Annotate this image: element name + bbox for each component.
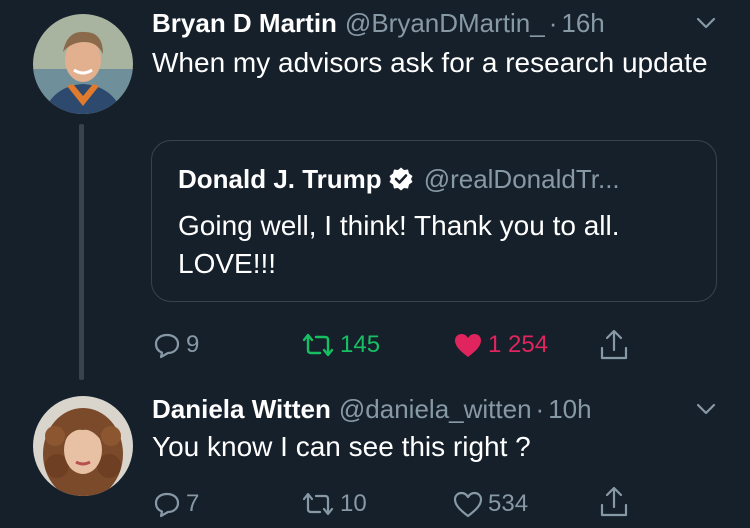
reply-icon xyxy=(154,492,180,518)
author-handle[interactable]: @daniela_witten xyxy=(339,392,532,426)
tweet-header: Daniela Witten @daniela_witten · 10h xyxy=(152,392,592,426)
retweet-icon xyxy=(302,492,334,516)
share-button[interactable] xyxy=(598,327,634,363)
reply-button[interactable]: 7 xyxy=(152,486,199,522)
like-icon xyxy=(455,334,481,357)
quoted-author-name: Donald J. Trump xyxy=(178,163,382,194)
retweet-button[interactable]: 10 xyxy=(300,486,367,522)
reply-count: 9 xyxy=(186,331,200,358)
separator-dot: · xyxy=(535,394,545,424)
reply-icon xyxy=(154,333,180,359)
reply-count: 7 xyxy=(186,490,200,517)
like-count: 1 254 xyxy=(488,331,549,358)
author-name[interactable]: Bryan D Martin xyxy=(152,6,337,40)
chevron-down-icon[interactable] xyxy=(693,396,719,422)
share-icon xyxy=(600,329,628,360)
retweet-count: 145 xyxy=(340,331,381,358)
author-handle[interactable]: @BryanDMartin_ xyxy=(345,6,545,40)
tweet-text: You know I can see this right ? xyxy=(152,431,531,462)
quoted-tweet-header: Donald J. Trump @realDonaldTr... xyxy=(178,159,620,199)
quoted-author-handle: @realDonaldTr... xyxy=(423,163,620,194)
separator-dot: · xyxy=(548,8,558,38)
retweet-button[interactable]: 145 xyxy=(300,327,380,363)
tweet-header: Bryan D Martin @BryanDMartin_ · 16h xyxy=(152,6,605,40)
like-icon xyxy=(453,491,483,518)
tweet-text: When my advisors ask for a research upda… xyxy=(152,47,708,78)
author-name[interactable]: Daniela Witten xyxy=(152,392,331,426)
retweet-icon xyxy=(302,333,334,357)
timestamp[interactable]: 16h xyxy=(561,6,604,40)
reply-button[interactable]: 9 xyxy=(152,327,199,363)
chevron-down-icon[interactable] xyxy=(693,10,719,36)
like-count: 534 xyxy=(488,490,529,517)
quoted-tweet[interactable]: Donald J. Trump @realDonaldTr... Going w… xyxy=(151,140,717,302)
avatar-daniela[interactable] xyxy=(33,396,133,496)
quoted-tweet-text: Going well, I think! Thank you to all. L… xyxy=(178,210,620,279)
timestamp[interactable]: 10h xyxy=(548,392,591,426)
share-icon xyxy=(600,486,628,517)
retweet-count: 10 xyxy=(340,490,367,517)
thread-line xyxy=(79,124,84,380)
like-button[interactable]: 1 254 xyxy=(452,327,548,363)
verified-badge-icon xyxy=(389,167,413,191)
avatar-bryan[interactable] xyxy=(33,14,133,114)
like-button[interactable]: 534 xyxy=(452,486,528,522)
share-button[interactable] xyxy=(598,484,634,520)
